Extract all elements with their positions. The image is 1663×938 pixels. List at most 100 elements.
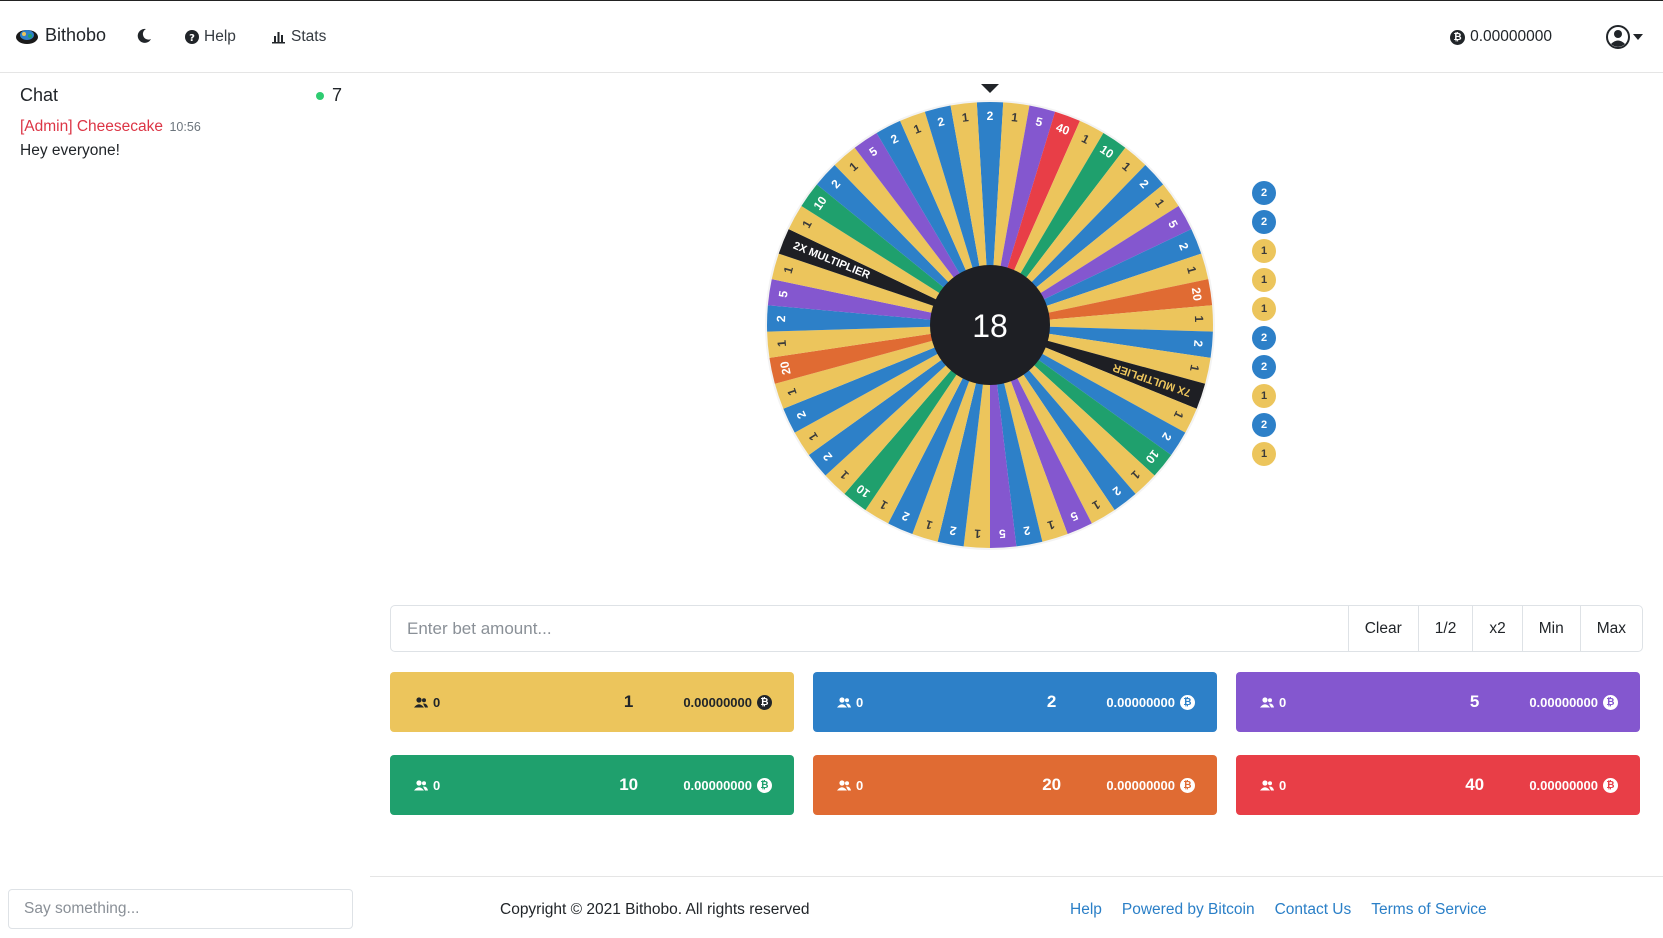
tile-players: 0: [837, 695, 957, 710]
bet-amount-input[interactable]: [391, 606, 1348, 651]
footer-link-contact-us[interactable]: Contact Us: [1275, 901, 1352, 919]
bitcoin-icon: ₿: [757, 694, 772, 710]
footer-link-terms-of-service[interactable]: Terms of Service: [1371, 901, 1486, 919]
tile-amount-value: 0.00000000: [1529, 777, 1598, 793]
bitcoin-icon: ₿: [1180, 694, 1195, 710]
online-count-value: 7: [331, 85, 342, 105]
bet-tile-10[interactable]: 0 10 0.00000000 ₿: [390, 755, 794, 815]
wheel-center-value: 18: [972, 308, 1008, 344]
chat-input[interactable]: [8, 889, 353, 929]
nav-help-link[interactable]: ? Help: [185, 28, 236, 46]
tile-amount: 0.00000000 ₿: [1106, 777, 1195, 793]
bet-controls: Clear 1/2 x2 Min Max: [390, 605, 1643, 652]
tile-amount-value: 0.00000000: [683, 777, 752, 793]
tile-player-count: 0: [1279, 694, 1287, 710]
users-icon: [414, 779, 428, 790]
users-icon: [1260, 696, 1274, 707]
brand-link[interactable]: Bithobo: [15, 25, 106, 46]
history-item: 1: [1252, 239, 1276, 263]
history-item: 2: [1252, 355, 1276, 379]
bitcoin-icon: ₿: [1180, 777, 1195, 793]
tile-amount-value: 0.00000000: [1529, 694, 1598, 710]
double-button[interactable]: x2: [1472, 606, 1522, 651]
nav-stats-link[interactable]: Stats: [271, 28, 326, 46]
history-item: 1: [1252, 384, 1276, 408]
wheel-segment-label: 20: [1189, 287, 1205, 303]
tile-amount-value: 0.00000000: [1106, 777, 1175, 793]
bet-tile-40[interactable]: 0 40 0.00000000 ₿: [1236, 755, 1640, 815]
tile-amount-value: 0.00000000: [683, 694, 752, 710]
online-dot-icon: [315, 91, 324, 100]
history-item: 2: [1252, 181, 1276, 205]
history-item: 1: [1252, 297, 1276, 321]
navbar: Bithobo ? Help Stats ₿ 0.00000000: [0, 0, 1663, 73]
users-icon: [414, 696, 428, 707]
wallet-balance[interactable]: ₿ 0.00000000: [1450, 28, 1552, 46]
history-item: 2: [1252, 413, 1276, 437]
tile-amount-value: 0.00000000: [1106, 694, 1175, 710]
bitcoin-icon: ₿: [1450, 29, 1466, 45]
tile-player-count: 0: [433, 694, 441, 710]
tile-multiplier: 10: [619, 775, 639, 794]
min-button[interactable]: Min: [1521, 606, 1580, 651]
bitcoin-icon: ₿: [757, 777, 772, 793]
footer: Copyright © 2021 Bithobo. All rights res…: [370, 876, 1663, 938]
nav-stats-label: Stats: [291, 28, 327, 45]
bet-tile-2[interactable]: 0 2 0.00000000 ₿: [813, 672, 1217, 732]
footer-link-help[interactable]: Help: [1070, 901, 1102, 919]
copyright-text: Copyright © 2021 Bithobo. All rights res…: [500, 901, 810, 918]
bar-chart-icon: [272, 32, 285, 44]
history-item: 1: [1252, 442, 1276, 466]
footer-link-powered-by-bitcoin[interactable]: Powered by Bitcoin: [1122, 901, 1255, 919]
tile-multiplier: 20: [1042, 775, 1062, 794]
wheel-segment-label: 5: [998, 526, 1006, 540]
tile-players: 0: [414, 695, 534, 710]
clear-button[interactable]: Clear: [1347, 606, 1418, 651]
tile-multiplier: 2: [1046, 692, 1057, 711]
chat-message: [Admin] Cheesecake 10:56 Hey everyone!: [20, 118, 201, 160]
wheel-segment-label: 2: [774, 315, 788, 322]
tile-amount: 0.00000000 ₿: [1106, 694, 1195, 710]
half-button[interactable]: 1/2: [1417, 606, 1473, 651]
wheel-segment-label: 1: [1192, 315, 1206, 322]
chat-message-time: 10:56: [169, 120, 201, 134]
user-menu-dropdown[interactable]: [1606, 25, 1643, 49]
users-icon: [837, 779, 851, 790]
tile-player-count: 0: [433, 777, 441, 793]
users-icon: [1260, 779, 1274, 790]
brand-name: Bithobo: [45, 25, 107, 45]
bitcoin-icon: ₿: [1603, 777, 1618, 793]
chat-message-author[interactable]: [Admin] Cheesecake: [20, 118, 163, 135]
nav-help-label: Help: [204, 28, 236, 45]
tile-player-count: 0: [856, 777, 864, 793]
bet-tile-1[interactable]: 0 1 0.00000000 ₿: [390, 672, 794, 732]
tile-players: 0: [837, 778, 957, 793]
bet-tile-20[interactable]: 0 20 0.00000000 ₿: [813, 755, 1217, 815]
result-history: 2 2 1 1 1 2 2 1 2 1: [1252, 181, 1276, 471]
history-item: 2: [1252, 326, 1276, 350]
tile-multiplier: 40: [1465, 775, 1485, 794]
tile-amount: 0.00000000 ₿: [683, 777, 772, 793]
wheel-pointer-icon: [981, 84, 999, 93]
question-circle-icon: ?: [185, 30, 199, 44]
tile-amount: 0.00000000 ₿: [683, 694, 772, 710]
chat-title: Chat: [20, 85, 59, 105]
tile-amount: 0.00000000 ₿: [1529, 694, 1618, 710]
max-button[interactable]: Max: [1579, 606, 1642, 651]
online-count: 7: [315, 85, 342, 106]
wheel-segment-label: 1: [974, 526, 982, 540]
tile-multiplier: 1: [623, 692, 634, 711]
bithobo-logo-icon: [16, 29, 38, 44]
chat-panel: Chat 7 [Admin] Cheesecake 10:56 Hey ever…: [0, 73, 365, 938]
tile-player-count: 0: [1279, 777, 1287, 793]
tile-players: 0: [1260, 778, 1380, 793]
caret-down-icon: [1633, 34, 1643, 40]
wheel-graphic: 2 1 5 40110121521201217X MULTIPLIER12101215…: [765, 84, 1215, 550]
history-item: 1: [1252, 268, 1276, 292]
bet-tile-5[interactable]: 0 5 0.00000000 ₿: [1236, 672, 1640, 732]
chat-message-text: Hey everyone!: [20, 142, 120, 159]
tile-players: 0: [1260, 695, 1380, 710]
chat-header: Chat 7: [20, 85, 342, 106]
dark-mode-moon-icon[interactable]: [136, 28, 152, 44]
tile-players: 0: [414, 778, 534, 793]
